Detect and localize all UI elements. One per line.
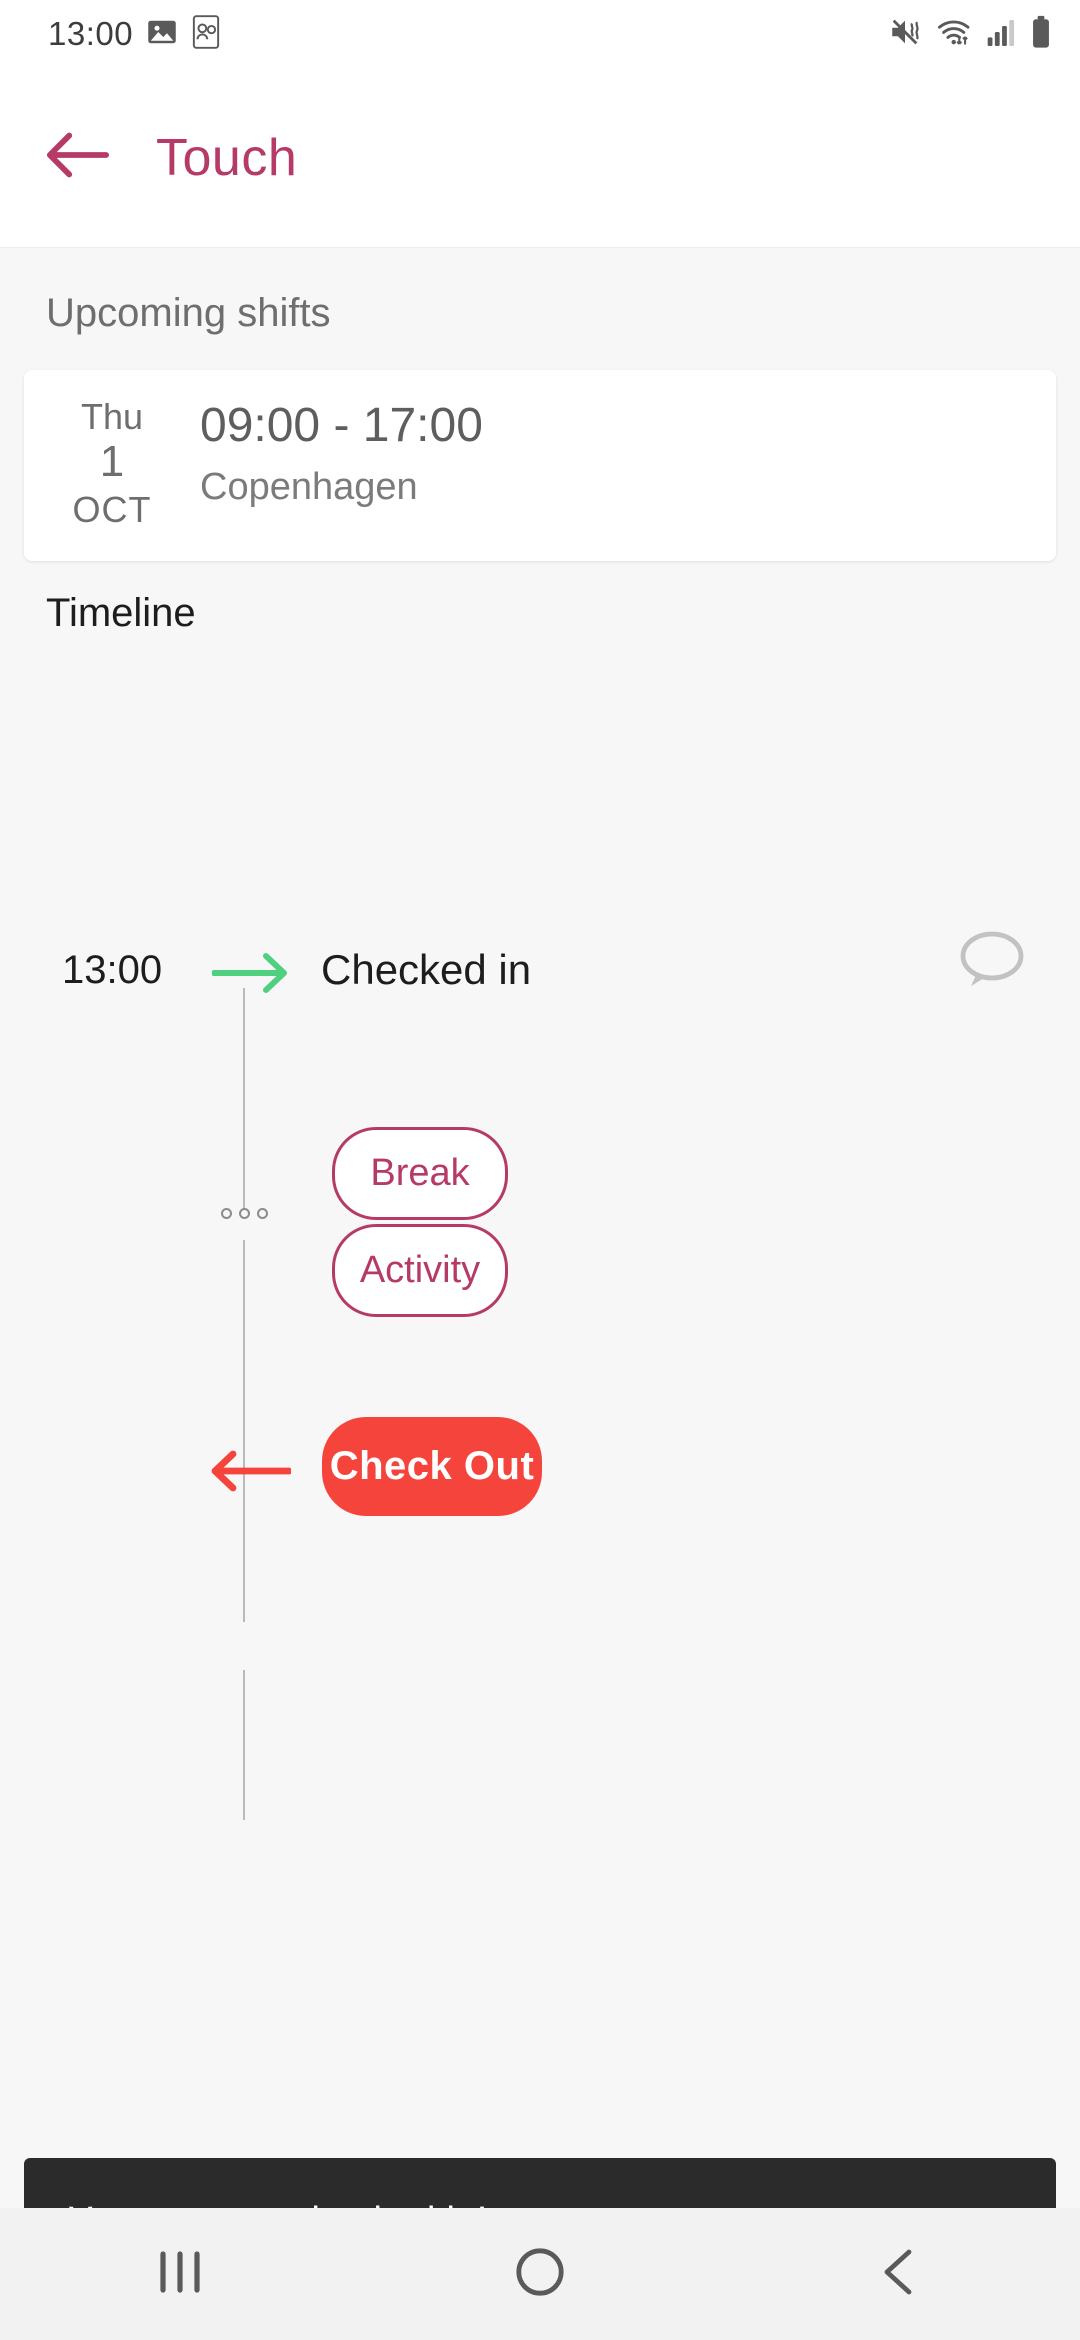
- back-button[interactable]: [22, 103, 132, 213]
- check-in-label: Checked in: [321, 946, 532, 994]
- contacts-icon: [191, 14, 221, 54]
- shift-info: 09:00 - 17:00 Copenhagen: [172, 396, 483, 531]
- status-bar: 13:00: [0, 0, 1080, 68]
- nav-home-button[interactable]: [465, 2208, 615, 2340]
- ellipsis-icon: [221, 1208, 268, 1220]
- dot: [221, 1208, 232, 1220]
- home-icon: [515, 2247, 565, 2302]
- shift-time-range: 09:00 - 17:00: [200, 399, 483, 452]
- signal-icon: [986, 16, 1016, 53]
- shift-month: OCT: [72, 488, 152, 530]
- recents-icon: [153, 2250, 207, 2299]
- dot: [239, 1208, 250, 1220]
- shift-day-of-week: Thu: [80, 396, 144, 437]
- upcoming-shifts-label: Upcoming shifts: [46, 291, 331, 335]
- shift-day-number: 1: [99, 437, 125, 487]
- nav-back-button[interactable]: [825, 2208, 975, 2340]
- shift-location: Copenhagen: [200, 466, 418, 508]
- chat-bubble-icon[interactable]: [956, 928, 1028, 997]
- break-button[interactable]: Break: [332, 1127, 508, 1221]
- timeline-label: Timeline: [46, 591, 196, 636]
- android-nav-bar: [0, 2208, 1080, 2340]
- page-title: Touch: [156, 128, 298, 187]
- timeline-line-segment: [243, 1670, 245, 1821]
- arrow-right-icon: [211, 952, 292, 999]
- status-bar-right: [888, 15, 1052, 54]
- back-arrow-icon: [44, 129, 110, 186]
- nav-recents-button[interactable]: [105, 2208, 255, 2340]
- status-clock: 13:00: [48, 15, 134, 52]
- shift-date: Thu 1 OCT: [52, 396, 172, 531]
- check-in-time: 13:00: [62, 948, 163, 993]
- dot: [257, 1208, 268, 1220]
- shift-card[interactable]: Thu 1 OCT 09:00 - 17:00 Copenhagen: [24, 370, 1056, 562]
- battery-icon: [1030, 15, 1052, 54]
- status-bar-left: 13:00: [48, 14, 221, 54]
- mute-vibrate-icon: [888, 15, 922, 54]
- timeline-line-segment: [243, 1240, 245, 1623]
- back-icon: [877, 2248, 923, 2301]
- timeline-line-segment: [243, 988, 245, 1211]
- app-screen: 13:00 Touch Upcoming shifts Thu 1 OCT 09…: [0, 0, 1080, 2340]
- main-content: Upcoming shifts Thu 1 OCT 09:00 - 17:00 …: [0, 249, 1080, 2020]
- arrow-left-icon: [209, 1450, 293, 1497]
- image-icon: [147, 17, 177, 52]
- timeline: 13:00 Checked in Break Activity Check Ou…: [0, 670, 1080, 1821]
- activity-button[interactable]: Activity: [332, 1224, 508, 1318]
- app-bar: Touch: [0, 68, 1080, 248]
- check-out-button[interactable]: Check Out: [322, 1417, 542, 1517]
- wifi-icon: [936, 15, 972, 54]
